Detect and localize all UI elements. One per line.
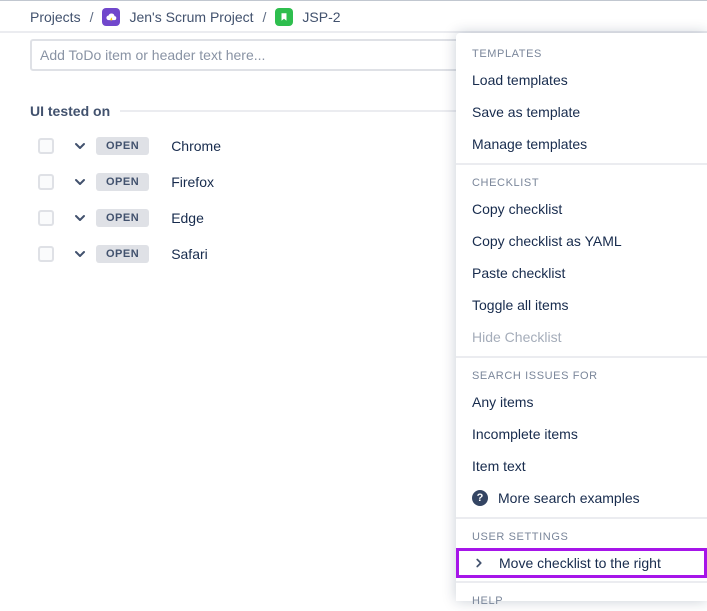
chevron-down-icon[interactable] bbox=[72, 210, 88, 226]
menu-divider bbox=[456, 163, 707, 165]
checklist-options-menu: TEMPLATES Load templates Save as templat… bbox=[456, 33, 707, 601]
item-label[interactable]: Safari bbox=[171, 246, 208, 262]
item-label[interactable]: Chrome bbox=[171, 138, 221, 154]
breadcrumb: Projects / Jen's Scrum Project / JSP-2 bbox=[30, 8, 341, 26]
menu-item-manage-templates[interactable]: Manage templates bbox=[456, 128, 707, 160]
breadcrumb-issue-link[interactable]: JSP-2 bbox=[302, 9, 340, 25]
menu-item-item-text[interactable]: Item text bbox=[456, 450, 707, 482]
menu-divider bbox=[456, 356, 707, 358]
menu-item-toggle-all-items[interactable]: Toggle all items bbox=[456, 289, 707, 321]
checkbox[interactable] bbox=[38, 246, 54, 262]
checkbox[interactable] bbox=[38, 138, 54, 154]
status-badge[interactable]: OPEN bbox=[96, 137, 149, 155]
menu-item-label: More search examples bbox=[498, 490, 640, 506]
checklist-group-title: UI tested on bbox=[30, 103, 110, 119]
menu-item-more-search-examples[interactable]: ? More search examples bbox=[456, 482, 707, 514]
menu-section-checklist: CHECKLIST bbox=[456, 168, 707, 193]
chevron-down-icon[interactable] bbox=[72, 246, 88, 262]
question-circle-icon: ? bbox=[472, 490, 488, 506]
status-badge[interactable]: OPEN bbox=[96, 245, 149, 263]
chevron-right-icon bbox=[472, 556, 486, 570]
item-label[interactable]: Edge bbox=[171, 210, 204, 226]
menu-section-search-issues-for: SEARCH ISSUES FOR bbox=[456, 361, 707, 386]
item-label[interactable]: Firefox bbox=[171, 174, 214, 190]
checklist-row-safari: OPEN Safari bbox=[38, 236, 221, 272]
menu-item-move-checklist-right[interactable]: Move checklist to the right bbox=[456, 548, 707, 578]
menu-item-incomplete-items[interactable]: Incomplete items bbox=[456, 418, 707, 450]
menu-item-label: Move checklist to the right bbox=[499, 555, 661, 571]
menu-item-copy-checklist[interactable]: Copy checklist bbox=[456, 193, 707, 225]
menu-item-paste-checklist[interactable]: Paste checklist bbox=[456, 257, 707, 289]
status-badge[interactable]: OPEN bbox=[96, 173, 149, 191]
menu-item-copy-checklist-yaml[interactable]: Copy checklist as YAML bbox=[456, 225, 707, 257]
menu-item-load-templates[interactable]: Load templates bbox=[456, 64, 707, 96]
checkbox[interactable] bbox=[38, 210, 54, 226]
chevron-down-icon[interactable] bbox=[72, 174, 88, 190]
breadcrumb-separator: / bbox=[90, 9, 94, 25]
menu-section-user-settings: USER SETTINGS bbox=[456, 522, 707, 547]
breadcrumb-separator: / bbox=[263, 9, 267, 25]
menu-item-any-items[interactable]: Any items bbox=[456, 386, 707, 418]
checkbox[interactable] bbox=[38, 174, 54, 190]
story-icon bbox=[275, 8, 293, 26]
menu-item-hide-checklist: Hide Checklist bbox=[456, 321, 707, 353]
menu-divider bbox=[456, 517, 707, 519]
checklist: OPEN Chrome OPEN Firefox OPEN Edge OPEN … bbox=[38, 128, 221, 272]
status-badge[interactable]: OPEN bbox=[96, 209, 149, 227]
menu-item-save-as-template[interactable]: Save as template bbox=[456, 96, 707, 128]
menu-divider bbox=[456, 581, 707, 583]
menu-section-help: HELP bbox=[456, 586, 707, 611]
checklist-row-edge: OPEN Edge bbox=[38, 200, 221, 236]
breadcrumb-project-link[interactable]: Jen's Scrum Project bbox=[129, 9, 253, 25]
project-avatar-icon bbox=[102, 8, 120, 26]
chevron-down-icon[interactable] bbox=[72, 138, 88, 154]
menu-section-templates: TEMPLATES bbox=[456, 39, 707, 64]
checklist-row-chrome: OPEN Chrome bbox=[38, 128, 221, 164]
checklist-row-firefox: OPEN Firefox bbox=[38, 164, 221, 200]
breadcrumb-projects-link[interactable]: Projects bbox=[30, 9, 81, 25]
